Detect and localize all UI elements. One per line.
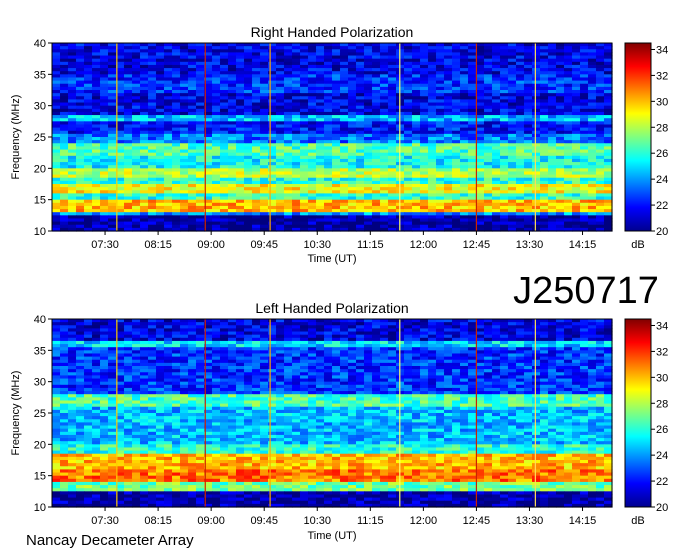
x-tick-label: 09:00 bbox=[197, 239, 225, 251]
colorbar-label: dB bbox=[631, 239, 644, 251]
colorbar-tick-label: 28 bbox=[656, 122, 668, 134]
colorbar-tick-label: 24 bbox=[656, 174, 668, 186]
y-tick-label: 25 bbox=[34, 132, 46, 144]
y-axis-ticks: 10 15 20 25 30 35 40 bbox=[34, 38, 52, 238]
right-polarization-panel: Right Handed Polarization 10 15 20 25 30 35 40… bbox=[10, 24, 668, 265]
colorbar-tick-label: 26 bbox=[656, 148, 668, 160]
y-tick-label: 20 bbox=[34, 163, 46, 175]
y-axis-label: Frequency (MHz) bbox=[10, 95, 22, 180]
chart-title: Right Handed Polarization bbox=[251, 24, 414, 40]
x-tick-label: 07:30 bbox=[91, 239, 119, 251]
x-axis-ticks: 07:30 08:15 09:00 09:45 10:30 11:15 12:00 12:45… bbox=[91, 231, 596, 251]
colorbar-tick-label: 30 bbox=[656, 96, 668, 108]
colorbar-tick-label: 20 bbox=[656, 226, 668, 238]
colorbar-ticks: 20 22 24 26 28 30 32 34 bbox=[651, 44, 668, 238]
observation-id: J250717 bbox=[513, 270, 659, 312]
heatmap-area bbox=[52, 43, 613, 232]
x-tick-label: 10:30 bbox=[303, 239, 331, 251]
y-tick-label: 30 bbox=[34, 101, 46, 113]
colorbar-tick-label: 34 bbox=[656, 44, 668, 56]
y-tick-label: 35 bbox=[34, 69, 46, 81]
chart-title: Left Handed Polarization bbox=[255, 300, 408, 316]
colorbar-tick-label: 32 bbox=[656, 70, 668, 82]
spectrogram-figure: Right Handed Polarization 10 15 20 25 30 35 40… bbox=[10, 24, 668, 549]
colorbar bbox=[624, 42, 652, 232]
x-tick-label: 09:45 bbox=[250, 239, 278, 251]
x-tick-label: 12:00 bbox=[410, 239, 438, 251]
y-tick-label: 10 bbox=[34, 226, 46, 238]
y-tick-label: 15 bbox=[34, 195, 46, 207]
y-tick-label: 40 bbox=[34, 38, 46, 50]
x-tick-label: 12:45 bbox=[463, 239, 491, 251]
x-tick-label: 08:15 bbox=[144, 239, 172, 251]
x-axis-label: Time (UT) bbox=[307, 253, 356, 265]
x-tick-label: 11:15 bbox=[357, 239, 384, 251]
x-tick-label: 14:15 bbox=[569, 239, 597, 251]
x-tick-label: 13:30 bbox=[516, 239, 544, 251]
left-polarization-panel: Left Handed Polarization 10152025303540 … bbox=[10, 300, 668, 542]
heatmap-area bbox=[52, 319, 613, 508]
colorbar-tick-label: 22 bbox=[656, 200, 668, 212]
